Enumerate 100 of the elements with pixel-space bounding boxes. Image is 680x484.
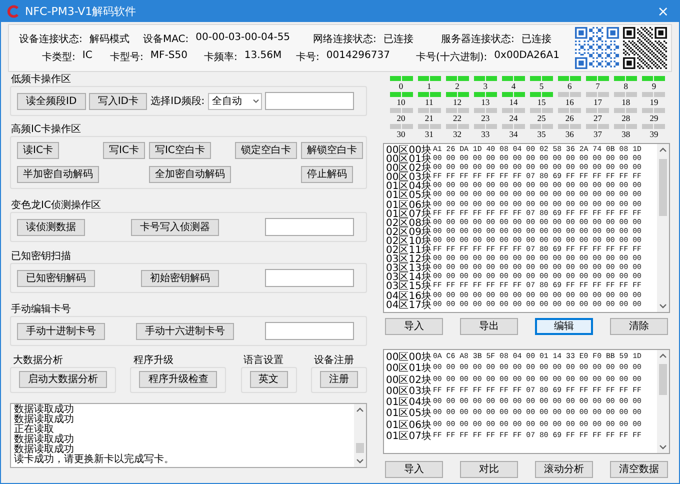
- group-title: 设备注册: [312, 355, 355, 367]
- info-value: 0014296737: [326, 50, 390, 63]
- action-button[interactable]: 初始密钥解码: [141, 270, 219, 286]
- block-label: 00区02块: [386, 164, 432, 174]
- action-button[interactable]: 手动十进制卡号: [17, 322, 105, 340]
- sector-number: 8: [624, 81, 628, 91]
- sector-number: 9: [652, 81, 656, 91]
- block-label: 00区03块: [386, 386, 432, 397]
- group-title: 低频卡操作区: [10, 74, 72, 86]
- input-field[interactable]: [264, 92, 354, 110]
- action-button[interactable]: 滚动分析: [535, 461, 593, 478]
- input-field[interactable]: [265, 218, 354, 236]
- sector-number: 18: [622, 97, 630, 107]
- sector-number: 23: [481, 113, 490, 123]
- info-value: 00-00-03-00-04-55: [196, 32, 290, 45]
- action-button[interactable]: 已知密钥解码: [17, 270, 95, 286]
- sector-number: 7: [596, 81, 600, 91]
- scrollbar-thumb[interactable]: [356, 442, 364, 453]
- action-button[interactable]: 注册: [320, 371, 358, 388]
- action-button[interactable]: 读全频段ID: [17, 92, 86, 110]
- block-label: 00区02块: [386, 374, 432, 386]
- log-line: 数据读取成功: [14, 405, 75, 415]
- sector-number: 31: [424, 129, 434, 139]
- group-title: 程序升级: [132, 355, 174, 367]
- action-button[interactable]: 导出: [460, 318, 518, 335]
- block-label: 00区01块: [386, 363, 432, 374]
- sector-number: 16: [565, 97, 574, 107]
- block-label: 01区04块: [386, 397, 432, 408]
- action-button[interactable]: 手动十六进制卡号: [136, 322, 234, 340]
- info-label: 设备连接状态:: [19, 32, 82, 46]
- action-button[interactable]: 解锁空白卡: [300, 142, 363, 159]
- scrollbar[interactable]: [657, 144, 669, 312]
- block-label: 02区08块: [386, 218, 432, 228]
- close-button[interactable]: ×: [653, 4, 673, 20]
- sector-number: 30: [396, 129, 406, 139]
- info-value: 已连接: [383, 32, 414, 46]
- block-label: 03区13块: [386, 264, 432, 274]
- action-button[interactable]: 卡号写入侦测器: [131, 218, 219, 236]
- action-button[interactable]: 写入ID卡: [88, 92, 148, 110]
- field-label: 选择ID频段:: [150, 94, 205, 108]
- block-label: 00区00块: [386, 352, 432, 363]
- block-label: 01区06块: [386, 420, 432, 431]
- scrollbar-thumb[interactable]: [659, 158, 667, 216]
- action-button[interactable]: 停止解码: [300, 166, 353, 183]
- block-label: 01区04块: [386, 182, 432, 192]
- sector-number: 24: [509, 113, 518, 123]
- group-title: 高频IC卡操作区: [10, 124, 82, 136]
- sector-number: 26: [565, 113, 574, 123]
- action-button[interactable]: 导入: [385, 318, 443, 335]
- input-field[interactable]: [265, 322, 354, 340]
- action-button[interactable]: 半加密自动解码: [17, 166, 99, 183]
- action-button[interactable]: 全加密自动解码: [148, 166, 231, 183]
- sector-number: 33: [481, 129, 490, 139]
- action-button[interactable]: 英文: [250, 371, 288, 388]
- sector-number: 35: [537, 129, 546, 139]
- scrollbar[interactable]: [657, 350, 669, 453]
- sector-number: 4: [511, 81, 516, 91]
- action-button[interactable]: 写IC空白卡: [148, 142, 211, 159]
- block-label: 01区05块: [386, 408, 432, 420]
- scrollbar-thumb[interactable]: [659, 364, 667, 396]
- block-label: 01区07块: [386, 210, 432, 219]
- sector-number: 27: [593, 113, 602, 123]
- app-logo-icon: [7, 5, 20, 18]
- action-button[interactable]: 清除: [610, 318, 668, 335]
- sector-number: 22: [452, 113, 462, 123]
- sector-number: 0: [398, 81, 404, 91]
- input-field[interactable]: [265, 269, 354, 287]
- sector-number: 10: [396, 97, 406, 107]
- info-label: 服务器连接状态:: [441, 32, 514, 46]
- sector-number: 11: [425, 97, 434, 107]
- action-button[interactable]: 读IC卡: [17, 142, 59, 159]
- action-button[interactable]: 导入: [385, 461, 443, 478]
- dropdown[interactable]: 全自动: [208, 92, 262, 110]
- block-label: 01区06块: [386, 200, 432, 210]
- action-button[interactable]: 启动大数据分析: [19, 371, 107, 388]
- action-button[interactable]: 锁定空白卡: [234, 142, 297, 159]
- block-label: 00区03块: [386, 173, 432, 182]
- action-button[interactable]: 读侦测数据: [17, 218, 85, 236]
- block-label: 02区10块: [386, 236, 432, 246]
- info-label: 卡型号:: [110, 50, 144, 64]
- block-label: 04区16块: [386, 292, 432, 301]
- action-button[interactable]: 写IC卡: [103, 142, 145, 159]
- action-button[interactable]: 程序升级检查: [139, 371, 218, 388]
- action-button[interactable]: 编辑: [535, 318, 593, 335]
- group-title: 大数据分析: [12, 355, 64, 367]
- scrollbar[interactable]: [354, 404, 366, 467]
- sector-number: 20: [396, 113, 406, 123]
- block-label: 03区15块: [386, 282, 432, 292]
- block-label: 03区14块: [386, 273, 432, 282]
- sector-number: 15: [537, 97, 546, 107]
- block-label: 02区11块: [386, 246, 432, 256]
- action-button[interactable]: 对比: [460, 461, 518, 478]
- action-button[interactable]: 清空数据: [610, 461, 668, 478]
- info-value: 已连接: [521, 32, 552, 46]
- log-line: 数据读取成功: [14, 435, 75, 445]
- info-label: 卡类型:: [42, 50, 76, 64]
- log-line: 正在读取: [14, 425, 54, 435]
- info-label: 卡频率:: [204, 50, 238, 64]
- info-label: 卡号(十六进制):: [416, 50, 488, 64]
- log-line: 读卡成功，请更换新卡以完成写卡。: [14, 455, 175, 465]
